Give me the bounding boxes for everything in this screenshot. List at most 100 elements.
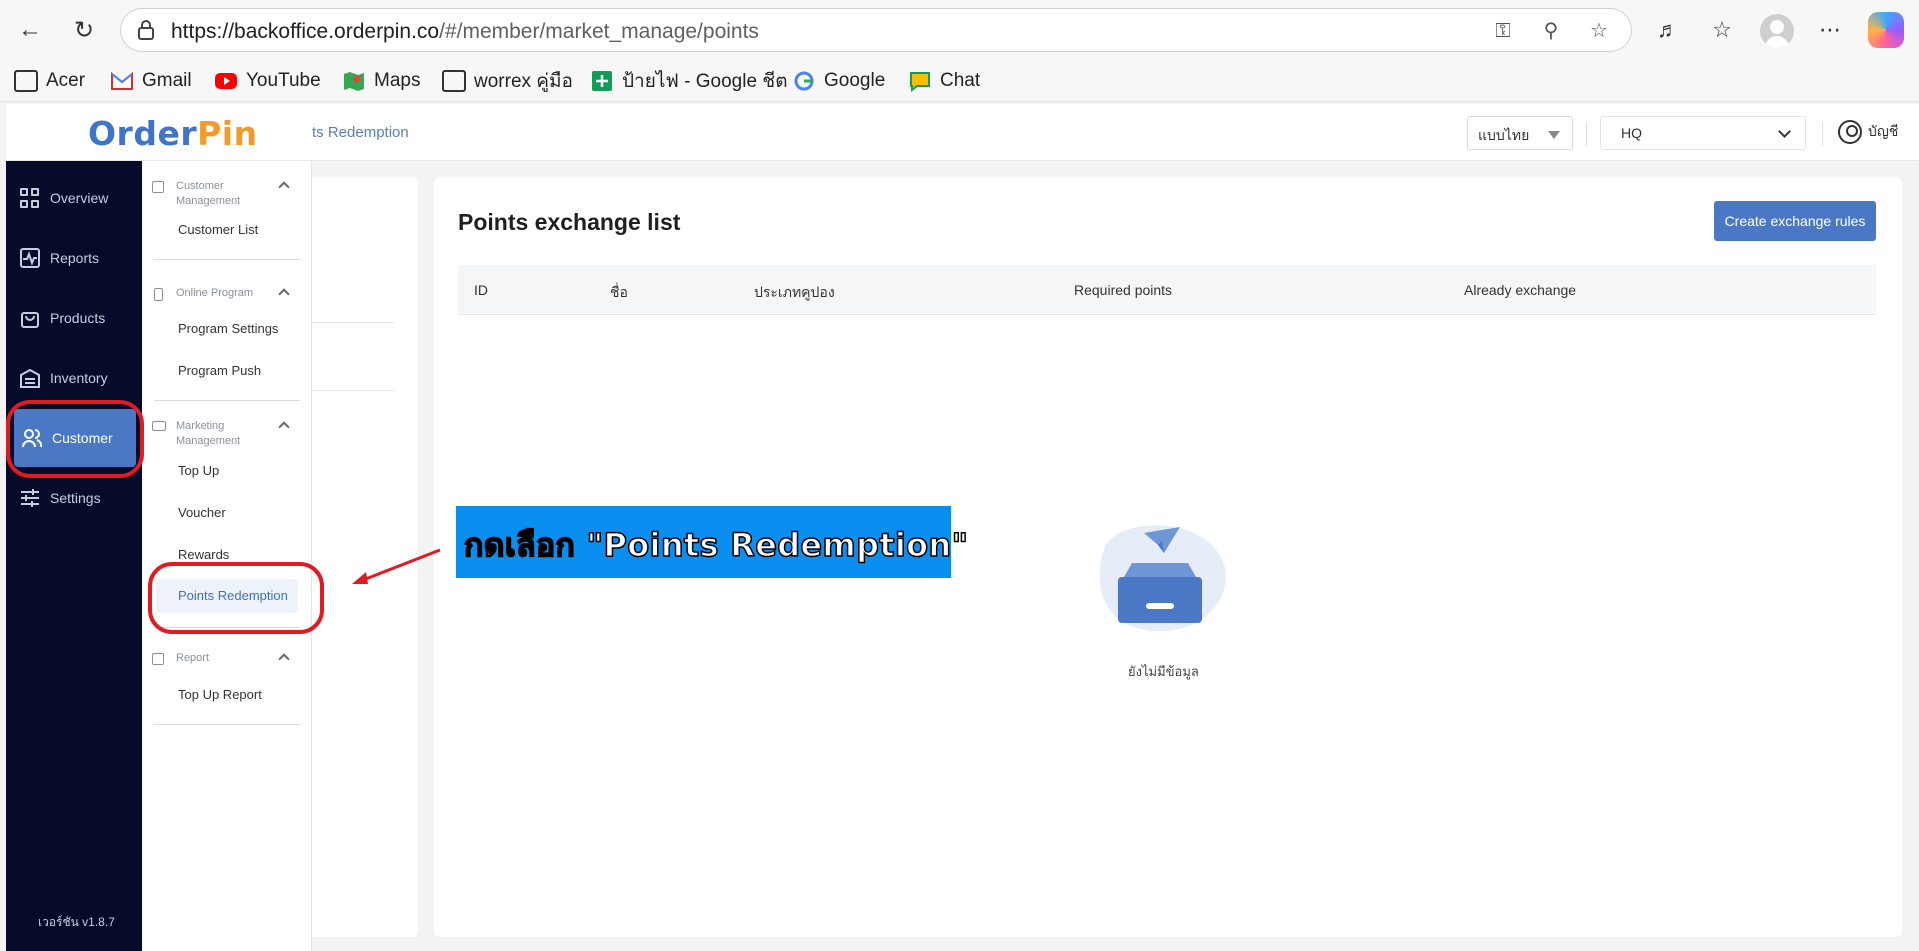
address-bar[interactable]: https://backoffice.orderpin.co/#/member/… [120,8,1632,52]
more-menu-icon[interactable]: ⋯ [1814,14,1846,46]
bookmark-youtube[interactable]: YouTube [214,68,321,94]
branch-value: HQ [1621,125,1642,141]
nav-label: Settings [50,490,101,506]
empty-state-text: ยังไม่มีข้อมูล [1128,664,1199,679]
breadcrumb[interactable]: ts Redemption [312,124,409,141]
app-header: OrderPin ts Redemption แบบไทย HQ บัญชี [6,104,1919,161]
account-menu[interactable]: บัญชี [1838,118,1898,146]
panel-divider [312,390,394,391]
folder-icon [442,70,466,92]
bookmark-label: Chat [940,70,981,91]
branch-select[interactable]: HQ [1600,116,1806,150]
submenu-program-push[interactable]: Program Push [178,363,261,378]
zoom-out-icon[interactable]: ⚲ [1539,19,1563,43]
back-arrow-icon[interactable]: ← [12,12,48,48]
youtube-icon [215,73,237,89]
panel-divider [312,322,394,323]
logo-part-2: Pin [197,114,258,153]
chevron-up-icon [278,653,290,665]
submenu-customer-list[interactable]: Customer List [178,222,258,237]
browser-toolbar: ← ↻ https://backoffice.orderpin.co/#/mem… [0,0,1919,60]
language-select[interactable]: แบบไทย [1467,116,1573,150]
annotation-text: กดเลือก "Points Redemption" [463,525,969,565]
language-value: แบบไทย [1478,127,1530,143]
bookmarks-bar: Acer Gmail YouTube Maps worrex คู่มือ ป้… [0,60,1919,102]
bookmark-worrex[interactable]: worrex คู่มือ [442,68,573,94]
favorite-star-icon[interactable]: ☆ [1587,19,1611,43]
bookmark-label: Acer [46,70,86,91]
overview-grid-icon [20,188,40,208]
nav-reports[interactable]: Reports [6,229,142,287]
bookmark-sheets[interactable]: ป้ายไฟ - Google ชีต [590,68,788,94]
orderpin-logo[interactable]: OrderPin [88,114,258,153]
submenu-voucher[interactable]: Voucher [178,505,226,520]
submenu-group-report[interactable]: Report [152,651,296,667]
nav-products[interactable]: Products [6,289,142,347]
submenu-divider [154,724,300,725]
bookmark-gmail[interactable]: Gmail [110,68,192,94]
table-header: ID ชื่อ ประเภทคูปอง Required points Alre… [458,265,1876,315]
nav-label: Products [50,310,106,326]
url-text: https://backoffice.orderpin.co/#/member/… [171,20,759,44]
nav-label: Reports [50,250,100,266]
bookmark-label: Google [824,70,886,91]
inventory-warehouse-icon [20,368,40,388]
media-icon[interactable]: ♬ [1652,14,1684,46]
create-exchange-rules-button[interactable]: Create exchange rules [1714,201,1876,241]
lock-icon [138,20,154,40]
submenu-top-up-report[interactable]: Top Up Report [178,687,262,702]
submenu-divider [154,259,300,260]
nav-label: Inventory [50,370,108,386]
highlight-ring-customer [6,400,144,478]
key-icon[interactable]: ⚿ [1491,19,1515,43]
chevron-down-icon [1778,125,1791,138]
column-required-points: Required points [1074,282,1173,298]
customer-submenu: Customer Management Customer List Online… [142,161,312,951]
folder-icon [14,70,38,92]
report-doc-icon [152,653,164,665]
google-icon [794,71,814,91]
chevron-up-icon [278,181,290,193]
submenu-group-marketing-management[interactable]: Marketing Management [152,419,296,449]
nav-overview[interactable]: Overview [6,169,142,227]
copilot-icon[interactable] [1868,12,1904,48]
version-label: เวอร์ชัน v1.8.7 [38,915,115,929]
customer-card-icon [152,181,164,193]
annotation-callout: กดเลือก "Points Redemption" [456,506,969,578]
url-host: https://backoffice.orderpin.co [171,20,440,43]
submenu-group-online-program[interactable]: Online Program [152,286,296,302]
submenu-divider [154,400,300,401]
group-label: Marketing Management [176,420,241,447]
ticket-icon [152,421,166,431]
group-label: Online Program [176,287,254,299]
bookmark-maps[interactable]: Maps [342,68,420,94]
reports-chart-icon [20,248,40,268]
products-bag-icon [21,312,39,328]
favorites-icon[interactable]: ☆ [1706,14,1738,46]
bookmark-label: Maps [374,70,421,91]
submenu-rewards[interactable]: Rewards [178,547,229,562]
page-title: Points exchange list [458,209,681,235]
account-label: บัญชี [1868,123,1899,139]
submenu-group-customer-management[interactable]: Customer Management [152,179,296,209]
bookmark-acer[interactable]: Acer [14,68,85,94]
chat-icon [910,72,930,92]
submenu-top-up[interactable]: Top Up [178,463,219,478]
column-already-exchange: Already exchange [1464,282,1577,298]
profile-avatar[interactable] [1760,14,1794,48]
bookmark-label: ป้ายไฟ - Google ชีต [622,71,788,92]
bookmark-google[interactable]: Google [792,68,885,94]
bookmark-label: Gmail [142,70,192,91]
header-divider [1586,122,1587,146]
submenu-program-settings[interactable]: Program Settings [178,321,278,336]
bookmark-chat[interactable]: Chat [908,68,980,94]
maps-icon [344,72,364,91]
header-divider [1822,122,1823,146]
column-id: ID [474,282,488,298]
column-name: ชื่อ [610,284,628,300]
bookmark-label: YouTube [246,70,321,91]
nav-inventory[interactable]: Inventory [6,349,142,407]
user-circle-icon [1838,120,1862,144]
main-sidebar: Overview Reports Products Inventory Cust… [6,161,142,951]
refresh-icon[interactable]: ↻ [66,12,102,48]
